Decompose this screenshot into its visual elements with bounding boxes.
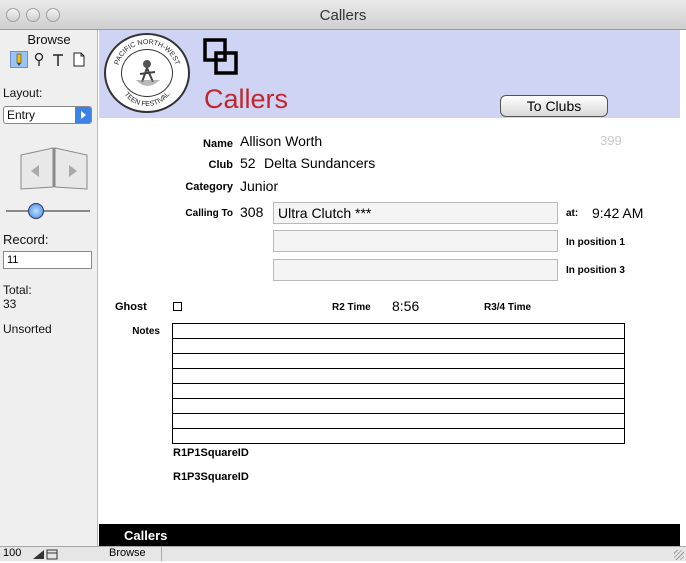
window-title: Callers (319, 7, 367, 24)
mode-status-text: Browse (109, 547, 146, 559)
to-clubs-button[interactable]: To Clubs (500, 95, 608, 117)
resize-grip-icon[interactable] (674, 550, 684, 560)
pencil-icon (16, 53, 22, 66)
category-label: Category (185, 181, 233, 193)
name-label: Name (203, 138, 233, 150)
total-label: Total: (3, 283, 32, 297)
magnifier-icon (34, 52, 44, 66)
browse-mode-button[interactable] (10, 51, 28, 68)
layout-mode-button[interactable] (50, 51, 67, 68)
notes-label: Notes (132, 326, 160, 337)
zoom-controls-icon[interactable] (30, 548, 58, 560)
club-number-field[interactable]: 52 (238, 154, 260, 174)
position-3-name-field[interactable] (273, 259, 558, 281)
club-label: Club (208, 159, 233, 171)
calling-to-number-field[interactable]: 308 (238, 202, 270, 224)
record-number-input[interactable]: 11 (3, 251, 92, 269)
category-field[interactable]: Junior (238, 177, 563, 197)
notes-field[interactable] (172, 323, 625, 444)
layout-part-label: Callers (124, 528, 168, 543)
position-3-number-field[interactable] (238, 259, 270, 281)
layout-label: Layout: (3, 86, 43, 100)
record-id-field[interactable]: 399 (596, 132, 640, 152)
sort-status: Unsorted (3, 322, 52, 336)
page-icon (73, 52, 85, 67)
pacific-northwest-teen-festival-logo-icon: PACIFIC NORTH-WEST TEEN FESTIVAL (104, 33, 190, 113)
find-mode-button[interactable] (31, 51, 48, 68)
club-name-field[interactable]: Delta Sundancers (262, 154, 563, 174)
at-label: at: (566, 208, 579, 219)
preview-mode-button[interactable] (70, 51, 87, 68)
ghost-checkbox[interactable] (173, 302, 182, 311)
total-value: 33 (3, 297, 17, 311)
zoom-level[interactable]: 100 (3, 547, 21, 559)
r34-time-field[interactable] (554, 297, 624, 317)
r2-time-field[interactable]: 8:56 (390, 297, 455, 317)
at-time-field[interactable]: 9:42 AM (590, 204, 680, 224)
in-position-3-label: In position 3 (566, 265, 625, 276)
tsquare-icon (53, 54, 63, 66)
in-position-1-label: In position 1 (566, 237, 625, 248)
calling-to-name-field[interactable]: Ultra Clutch *** (273, 202, 558, 224)
record-slider-thumb[interactable] (28, 203, 44, 219)
overlapping-squares-icon (202, 37, 242, 79)
r2-time-label: R2 Time (332, 302, 371, 313)
mode-status-area: Browse (99, 546, 162, 561)
record-slider-track (6, 210, 90, 212)
record-label: Record: (3, 232, 49, 247)
layout-select-value: Entry (7, 108, 36, 122)
layout-title: Callers (204, 84, 289, 114)
record-book-icon[interactable] (17, 145, 91, 191)
svg-text:TEEN FESTIVAL: TEEN FESTIVAL (123, 91, 172, 108)
layout-part-bar (99, 524, 680, 546)
calling-to-label: Calling To (185, 208, 233, 219)
r1p1-square-id-label: R1P1SquareID (173, 447, 249, 459)
mode-label: Browse (27, 32, 71, 47)
position-1-name-field[interactable] (273, 230, 558, 252)
ghost-label: Ghost (115, 301, 147, 313)
layout-select[interactable]: Entry (3, 106, 92, 124)
name-field[interactable]: Allison Worth (238, 132, 563, 152)
layout-dropdown-arrow-icon (75, 107, 91, 123)
position-1-number-field[interactable] (238, 230, 270, 252)
r1p3-square-id-label: R1P3SquareID (173, 471, 249, 483)
svg-text:PACIFIC NORTH-WEST: PACIFIC NORTH-WEST (114, 39, 181, 67)
r34-time-label: R3/4 Time (484, 302, 532, 313)
